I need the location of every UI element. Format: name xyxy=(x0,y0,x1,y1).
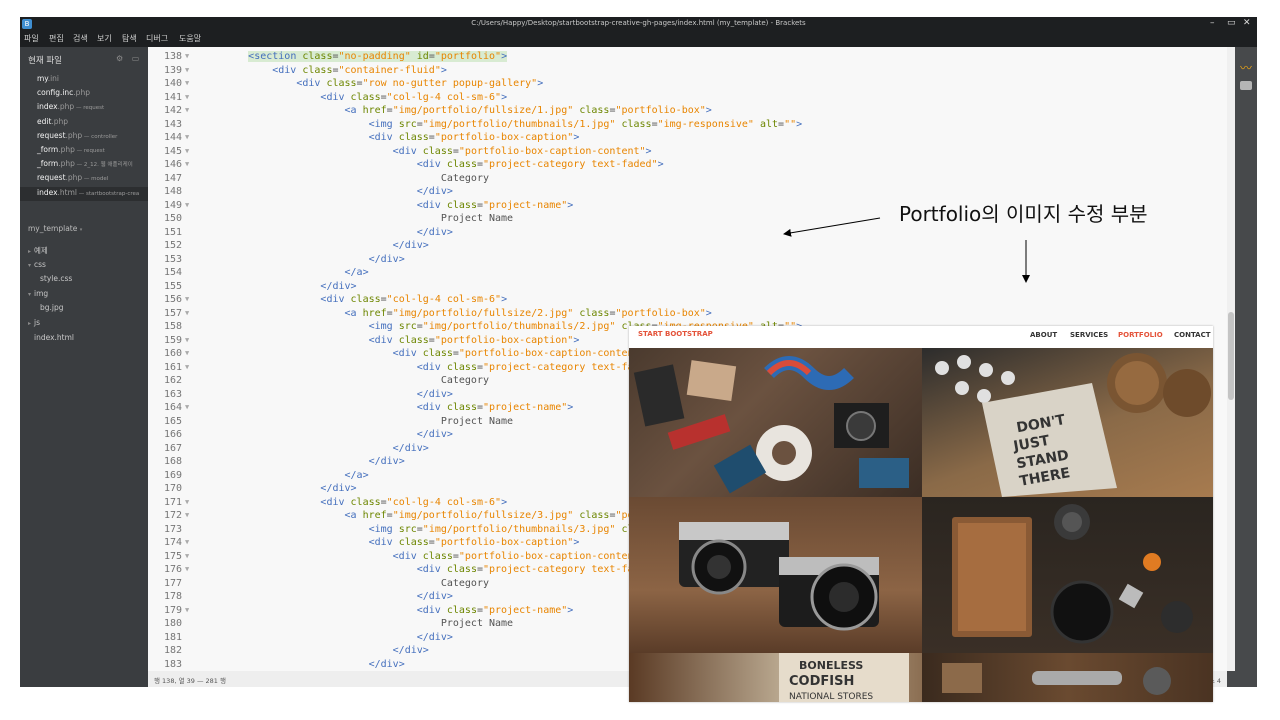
preview-brand[interactable]: START BOOTSTRAP xyxy=(638,330,713,338)
portfolio-thumbnail-1[interactable] xyxy=(629,348,922,497)
portfolio-thumbnail-5-art: BONELESS CODFISH NATIONAL STORES xyxy=(779,653,909,702)
live-preview-window: START BOOTSTRAP ABOUT SERVICES PORTFOLIO… xyxy=(629,326,1213,702)
svg-text:BONELESS: BONELESS xyxy=(799,659,863,672)
portfolio-thumbnail-3[interactable] xyxy=(629,497,922,653)
portfolio-thumbnail-4-art xyxy=(952,504,1193,644)
portfolio-thumbnail-6[interactable] xyxy=(922,653,1213,702)
portfolio-thumbnail-1-art xyxy=(633,356,909,494)
preview-nav-about[interactable]: ABOUT xyxy=(1030,331,1057,339)
arrow-left xyxy=(783,217,881,237)
preview-nav-portfolio[interactable]: PORTFOLIO xyxy=(1118,331,1163,339)
portfolio-thumbnail-3-art xyxy=(679,522,879,631)
portfolio-thumbnail-2-art: DON'T JUST STAND THERE xyxy=(935,353,1211,497)
portfolio-thumbnail-6-art xyxy=(942,663,1171,695)
preview-nav-services[interactable]: SERVICES xyxy=(1070,331,1108,339)
portfolio-thumbnail-4[interactable] xyxy=(922,497,1213,653)
preview-navbar: START BOOTSTRAP ABOUT SERVICES PORTFOLIO… xyxy=(629,326,1213,348)
portfolio-thumbnail-2[interactable]: DON'T JUST STAND THERE xyxy=(922,348,1213,497)
preview-nav-contact[interactable]: CONTACT xyxy=(1174,331,1211,339)
svg-text:NATIONAL STORES: NATIONAL STORES xyxy=(789,692,873,702)
portfolio-thumbnail-5[interactable]: BONELESS CODFISH NATIONAL STORES xyxy=(629,653,922,702)
svg-text:CODFISH: CODFISH xyxy=(789,674,854,689)
